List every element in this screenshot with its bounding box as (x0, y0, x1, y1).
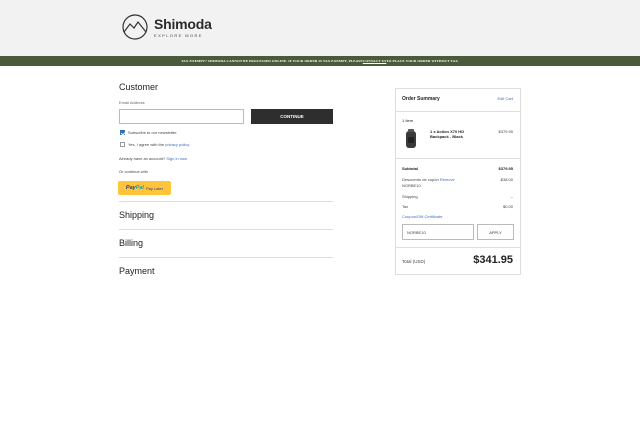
subtotal-label: Subtotal (402, 166, 418, 171)
continue-button[interactable]: CONTINUE (251, 109, 333, 124)
discount-value: -$38.00 (499, 177, 513, 182)
paypal-later-label: Pay Later (145, 185, 164, 191)
divider (119, 257, 333, 258)
total-value: $341.95 (473, 254, 513, 266)
shipping-heading: Shipping (119, 210, 155, 220)
divider (119, 229, 333, 230)
have-account-label: Already have an account? (119, 156, 167, 161)
divider (396, 111, 520, 112)
remove-discount-link[interactable]: Remove (440, 177, 455, 182)
privacy-checkbox[interactable] (120, 142, 125, 147)
customer-heading: Customer (119, 82, 159, 92)
order-summary-title: Order Summary (402, 96, 440, 102)
shipping-label: Shipping (402, 194, 418, 199)
privacy-label: Yes, I agree with the privacy policy. (128, 142, 190, 147)
paypal-logo-pay: Pay (125, 185, 136, 191)
billing-heading: Billing (119, 238, 144, 248)
coupon-input[interactable]: NORBE10 (402, 224, 474, 240)
sign-in-link[interactable]: Sign in now (166, 156, 187, 161)
email-field[interactable] (119, 109, 244, 124)
shipping-value: -- (510, 194, 513, 199)
divider (396, 158, 520, 159)
brand-tagline: EXPLORE MORE (154, 32, 203, 38)
discount-code: NORBE10 (402, 183, 421, 188)
have-account-text: Already have an account? Sign in now (119, 156, 187, 161)
shimoda-logo[interactable]: Shimoda EXPLORE MORE (120, 13, 220, 41)
total-label: Total (USD) (402, 259, 426, 264)
subtotal-value: $379.95 (498, 166, 513, 171)
discount-label-row: Descuento de cupón Remove (402, 177, 455, 182)
apply-coupon-button[interactable]: APPLY (477, 224, 514, 240)
item-count: 1 Item (402, 118, 414, 123)
tax-value: $0.00 (502, 204, 513, 209)
payment-heading: Payment (119, 266, 155, 276)
banner-text-after: TO PLACE YOUR ORDER WITHOUT TAX. (386, 59, 459, 63)
privacy-suffix: . (188, 142, 191, 147)
coupon-link[interactable]: Coupon/Gift Certificate (402, 214, 442, 219)
privacy-prefix: Yes, I agree with the (128, 142, 166, 147)
divider (396, 247, 520, 248)
product-name: 1 x Action X70 HD Backpack - Black (430, 129, 465, 139)
discount-label: Descuento de cupón (402, 177, 440, 182)
divider (119, 201, 333, 202)
email-label: Email Address (119, 100, 145, 105)
brand-name: Shimoda (154, 15, 212, 32)
order-summary: Order Summary Edit Cart 1 Item 1 x Actio… (395, 88, 521, 275)
newsletter-checkbox[interactable] (120, 130, 125, 135)
tax-label: Tax (402, 204, 409, 209)
paypal-logo-pal: Pal (135, 185, 144, 191)
or-continue-text: Or continue with (119, 169, 148, 174)
tax-exempt-banner: TAX EXEMPT? SHIMODA CANNOT BE PROCESSED … (0, 56, 640, 66)
newsletter-label: Subscribe to our newsletter. (128, 130, 178, 135)
mountain-logo-icon (122, 14, 148, 40)
privacy-policy-link[interactable]: privacy policy (165, 142, 189, 147)
product-price: $379.95 (498, 129, 513, 134)
site-header: Shimoda EXPLORE MORE (0, 0, 640, 56)
edit-cart-link[interactable]: Edit Cart (497, 96, 513, 101)
backpack-thumbnail-icon (406, 129, 416, 148)
paypal-button[interactable]: Pay Pal Pay Later (118, 181, 171, 195)
contact-us-link[interactable]: CONTACT US (363, 59, 387, 63)
banner-text-before: TAX EXEMPT? SHIMODA CANNOT BE PROCESSED … (181, 59, 363, 63)
